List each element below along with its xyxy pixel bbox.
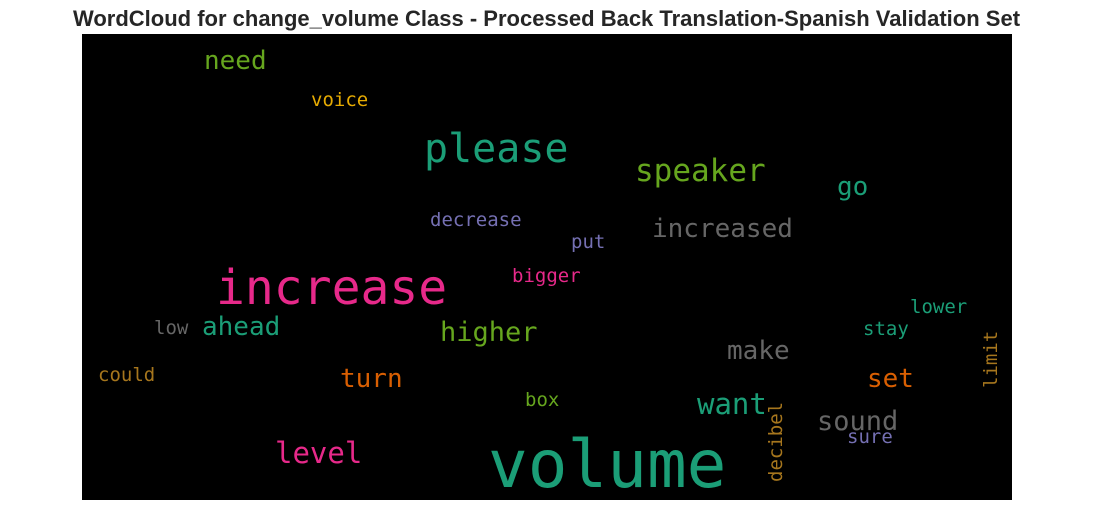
word-need: need (204, 46, 267, 76)
word-please: please (424, 126, 569, 172)
word-turn: turn (340, 364, 403, 394)
chart-title: WordCloud for change_volume Class - Proc… (72, 6, 1021, 31)
word-stay: stay (863, 318, 909, 340)
word-lower: lower (910, 296, 968, 318)
word-sure: sure (847, 426, 893, 448)
word-could: could (98, 364, 156, 386)
word-limit: limit (980, 330, 1002, 388)
word-decibel: decibel (765, 401, 787, 482)
word-voice: voice (311, 89, 369, 111)
word-ahead: ahead (202, 312, 281, 342)
word-increase: increase (216, 260, 448, 316)
word-box: box (525, 389, 560, 411)
word-bigger: bigger (512, 265, 581, 287)
word-speaker: speaker (635, 153, 766, 189)
word-low: low (154, 317, 189, 339)
word-level: level (275, 436, 363, 470)
word-make: make (727, 336, 790, 366)
word-decrease: decrease (430, 209, 522, 231)
word-set: set (867, 364, 914, 394)
word-volume: volume (488, 426, 727, 500)
word-want: want (697, 387, 767, 421)
word-increased: increased (652, 214, 793, 244)
word-put: put (571, 231, 606, 253)
word-go: go (837, 172, 869, 202)
word-higher: higher (440, 317, 538, 348)
wordcloud-canvas: volume increase please speaker increased leve… (82, 34, 1012, 500)
